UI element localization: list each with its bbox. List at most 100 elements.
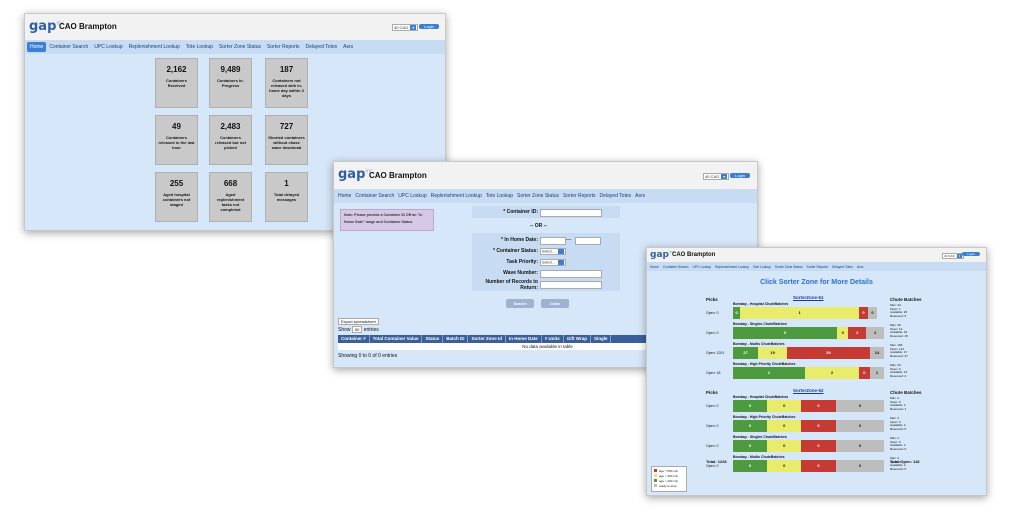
nav-home[interactable]: Home [648, 264, 661, 270]
nav-container-search[interactable]: Container Search [661, 264, 691, 270]
tile-value: 668 [223, 179, 238, 188]
nav-tote-lookup[interactable]: Tote Lookup [751, 264, 773, 270]
task-priority-select[interactable]: Select... [540, 259, 566, 266]
bar-segment: 0 [733, 440, 768, 452]
main-nav: Home Container Search UPC Lookup Repleni… [647, 262, 986, 271]
entries-select[interactable]: 50 [351, 326, 363, 333]
nav-upc-lookup[interactable]: UPC Lookup [396, 191, 428, 201]
dashboard-tile[interactable]: 668 Aged replenishment tasks not complete… [209, 172, 252, 222]
chute-row-label: Bombay - High Priority ChuteBatches [733, 415, 796, 419]
tile-value: 727 [279, 122, 294, 131]
nav-asrs[interactable]: Asrs [633, 191, 647, 201]
chute-batch-bar[interactable]: 0100 [733, 307, 877, 319]
nav-asrs[interactable]: Asrs [855, 264, 866, 270]
bar-segment: 0 [835, 400, 885, 412]
nav-sorter-zone-status[interactable]: Sorter Zone Status [216, 42, 264, 52]
in-home-date-to[interactable] [575, 237, 601, 245]
login-button[interactable]: Login [962, 252, 980, 256]
nav-sorter-reports[interactable]: Sorter Reports [561, 191, 598, 201]
wave-number-input[interactable] [540, 270, 602, 278]
dashboard-tile[interactable]: 255 Aged hospital containers not staged [155, 172, 198, 222]
container-id-input[interactable] [540, 209, 602, 217]
chevron-down-icon: ▾ [410, 25, 417, 30]
nav-upc-lookup[interactable]: UPC Lookup [91, 42, 125, 52]
nav-tote-lookup[interactable]: Tote Lookup [183, 42, 216, 52]
dashboard-tile[interactable]: 2,162 Containers Received [155, 58, 198, 108]
search-button[interactable]: Search [506, 299, 534, 308]
nav-delayed-totes[interactable]: Delayed Totes [598, 191, 634, 201]
location-select[interactable]: 40 CAO ▾ [942, 253, 965, 259]
clear-button[interactable]: Clear [541, 299, 569, 308]
nav-tote-lookup[interactable]: Tote Lookup [484, 191, 515, 201]
dashboard-tile[interactable]: 187 Containers not released with in-home … [265, 58, 308, 108]
nav-replenishment-lookup[interactable]: Replenishment Lookup [126, 42, 183, 52]
nav-container-search[interactable]: Container Search [353, 191, 396, 201]
login-button[interactable]: Login [419, 24, 439, 29]
location-select[interactable]: 40 CAO ▾ [392, 24, 419, 31]
open-picks: Open: 0 [706, 404, 719, 408]
open-picks: Open: 0 [706, 424, 719, 428]
dashboard-tile[interactable]: 9,489 Containers In-Progress [209, 58, 252, 108]
column-header[interactable]: Batch ID [443, 335, 469, 343]
or-separator: -- OR -- [530, 223, 547, 229]
chute-stats: Max: 2 Open: 0 Available: 2 Reserved: 0 [890, 416, 907, 431]
chute-batch-bar[interactable]: 0000 [733, 420, 885, 432]
nav-sorter-reports[interactable]: Sorter Reports [264, 42, 303, 52]
dashboard-tile[interactable]: 1 Total delayed messages [265, 172, 308, 222]
login-button[interactable]: Login [730, 173, 750, 178]
nav-sorter-zone-status[interactable]: Sorter Zone Status [773, 264, 805, 270]
dashboard-tile[interactable]: 2,483 Containers released but not picked [209, 115, 252, 165]
records-input[interactable] [540, 281, 602, 289]
column-header[interactable]: Total Container Value [370, 335, 423, 343]
bar-segment: 0 [835, 420, 885, 432]
column-header[interactable]: Single [591, 335, 612, 343]
bar-segment: 0 [835, 460, 885, 472]
dashboard-tile[interactable]: 727 Shorted containers without chase wave… [265, 115, 308, 165]
chevron-down-icon [557, 260, 564, 265]
nav-upc-lookup[interactable]: UPC Lookup [690, 264, 713, 270]
open-picks: Open: 0 [706, 464, 719, 468]
export-spreadsheet-button[interactable]: Export spreadsheet [338, 318, 379, 325]
column-header[interactable]: Sorter Zone Id [468, 335, 506, 343]
zone-link[interactable]: SorterZone-52 [793, 388, 824, 393]
task-priority-label: Task Priority: [506, 259, 538, 265]
bar-segment: 0 [801, 460, 836, 472]
bar-segment: 0 [837, 327, 849, 339]
chute-stats: Max: 34 Open: 6 Available: 13 Reserved: 2 [890, 363, 907, 378]
column-header[interactable]: Container # [338, 335, 370, 343]
nav-delayed-totes[interactable]: Delayed Totes [303, 42, 341, 52]
chute-batch-bar[interactable]: 0022 [733, 327, 885, 339]
location-select[interactable]: 40 CAO ▾ [703, 173, 730, 180]
nav-sorter-zone-status[interactable]: Sorter Zone Status [515, 191, 561, 201]
chute-row-label: Bombay - High Priority ChuteBatches [733, 362, 796, 366]
nav-home[interactable]: Home [27, 42, 47, 52]
chute-batch-bar[interactable]: 27 19 29 14 [733, 347, 885, 359]
column-header[interactable]: Gift Wrap [564, 335, 591, 343]
app-header: gapinc CAO Brampton 40 CAO ▾ Login [647, 248, 986, 262]
zone-link[interactable]: SorterZone-51 [793, 295, 824, 300]
nav-delayed-totes[interactable]: Delayed Totes [830, 264, 855, 270]
chute-batch-bar[interactable]: 0000 [733, 440, 885, 452]
chute-batches-header: Chute Batches [890, 390, 922, 395]
in-home-date-from[interactable] [540, 237, 566, 245]
chute-stat: Reserved: 0 [890, 426, 907, 431]
column-header[interactable]: In Home Date [506, 335, 542, 343]
nav-home[interactable]: Home [336, 191, 353, 201]
chute-batch-bar[interactable]: 0000 [733, 400, 885, 412]
tile-label: Shorted containers without chase wave do… [268, 135, 305, 150]
chute-row-label: Bombay - Hospital ChuteBatches [733, 395, 789, 399]
nav-replenishment-lookup[interactable]: Replenishment Lookup [429, 191, 484, 201]
nav-replenishment-lookup[interactable]: Replenishment Lookup [713, 264, 751, 270]
nav-asrs[interactable]: Asrs [340, 42, 356, 52]
chevron-down-icon [557, 249, 564, 254]
nav-sorter-reports[interactable]: Sorter Reports [805, 264, 830, 270]
chute-batch-bar[interactable]: 0000 [733, 460, 885, 472]
column-header[interactable]: # Units [542, 335, 564, 343]
container-status-select[interactable]: Select... [540, 248, 566, 255]
app-title: CAO Brampton [369, 171, 427, 180]
dashboard-tile[interactable]: 49 Containers released in the last hour [155, 115, 198, 165]
nav-container-search[interactable]: Container Search [46, 42, 91, 52]
show-entries-label: Show 50 entries [338, 326, 379, 333]
column-header[interactable]: Status [422, 335, 444, 343]
chute-batch-bar[interactable]: 2201 [733, 367, 885, 379]
